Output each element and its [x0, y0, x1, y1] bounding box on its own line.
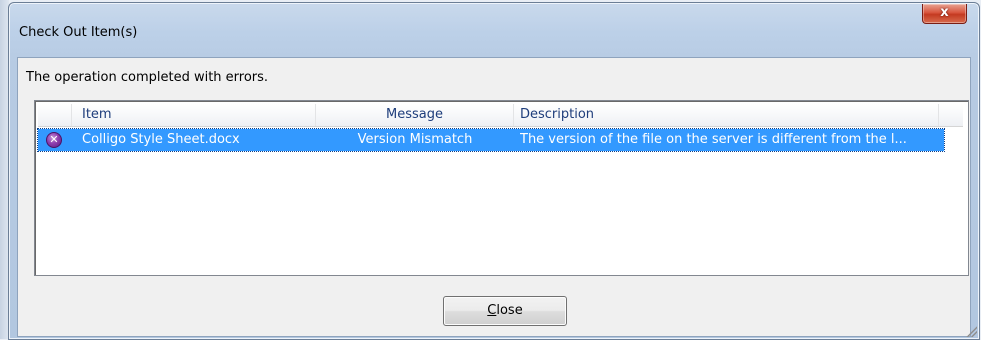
list-header: Item Message Description: [38, 104, 963, 127]
row-item: Colligo Style Sheet.docx: [82, 132, 240, 147]
row-description: The version of the file on the server is…: [520, 132, 907, 147]
close-icon: x: [940, 5, 949, 20]
column-header-filler: [939, 104, 963, 126]
window-close-button[interactable]: x: [922, 4, 967, 24]
status-message: The operation completed with errors.: [26, 70, 269, 85]
dialog-content: The operation completed with errors. Ite…: [17, 57, 971, 337]
close-button-label: lose: [496, 303, 523, 318]
row-message: Version Mismatch: [357, 132, 473, 147]
close-button[interactable]: Close: [443, 296, 567, 326]
list-row-selected[interactable]: ✕ Colligo Style Sheet.docx Version Misma…: [37, 128, 945, 152]
column-header-item[interactable]: Item: [72, 104, 316, 126]
close-button-accesskey: C: [487, 303, 497, 318]
column-header-message[interactable]: Message: [316, 104, 514, 126]
results-list[interactable]: Item Message Description ✕ Colligo Style…: [34, 100, 969, 276]
dialog-window: Check Out Item(s) x The operation comple…: [8, 2, 980, 340]
resize-grip[interactable]: [963, 323, 977, 337]
column-header-icon[interactable]: [38, 104, 72, 126]
column-header-description[interactable]: Description: [514, 104, 939, 126]
error-icon: ✕: [46, 132, 62, 148]
window-title: Check Out Item(s): [19, 25, 138, 40]
title-bar[interactable]: Check Out Item(s) x: [9, 3, 979, 43]
